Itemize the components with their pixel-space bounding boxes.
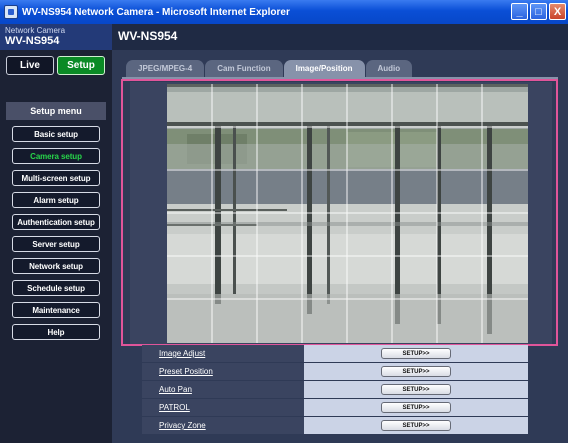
menu-multi-screen-setup[interactable]: Multi-screen setup [12, 170, 100, 186]
setup-cell: SETUP>> [304, 399, 528, 416]
setup-row-preset-position: Preset Position SETUP>> [142, 363, 528, 380]
tab-image-position[interactable]: Image/Position [283, 60, 365, 77]
auto-pan-link[interactable]: Auto Pan [142, 381, 304, 398]
setup-row-auto-pan: Auto Pan SETUP>> [142, 381, 528, 398]
image-adjust-setup-button[interactable]: SETUP>> [381, 348, 451, 359]
tab-jpeg-mpeg4[interactable]: JPEG/MPEG-4 [126, 60, 205, 77]
preset-position-setup-button[interactable]: SETUP>> [381, 366, 451, 377]
sidebar: Live Setup Setup menu Basic setup Camera… [0, 50, 112, 443]
setup-row-privacy-zone: Privacy Zone SETUP>> [142, 417, 528, 434]
position-grid [167, 84, 528, 343]
camera-image[interactable] [167, 84, 528, 343]
brand-block: Network Camera WV-NS954 [0, 24, 112, 50]
page-title: WV-NS954 [118, 29, 178, 43]
brand-model: WV-NS954 [5, 35, 60, 47]
setup-cell: SETUP>> [304, 363, 528, 380]
camera-view-frame [130, 82, 552, 344]
menu-basic-setup[interactable]: Basic setup [12, 126, 100, 142]
close-button[interactable]: X [549, 3, 566, 20]
setup-menu: Basic setup Camera setup Multi-screen se… [10, 126, 102, 346]
help-button[interactable]: Help [12, 324, 100, 340]
menu-maintenance[interactable]: Maintenance [12, 302, 100, 318]
setup-button[interactable]: Setup [57, 56, 105, 75]
auto-pan-setup-button[interactable]: SETUP>> [381, 384, 451, 395]
setup-menu-title: Setup menu [6, 102, 106, 120]
privacy-zone-setup-button[interactable]: SETUP>> [381, 420, 451, 431]
preset-position-link[interactable]: Preset Position [142, 363, 304, 380]
setup-table: Image Adjust SETUP>> Preset Position SET… [142, 345, 528, 435]
browser-icon [4, 5, 18, 19]
menu-network-setup[interactable]: Network setup [12, 258, 100, 274]
menu-schedule-setup[interactable]: Schedule setup [12, 280, 100, 296]
setup-cell: SETUP>> [304, 345, 528, 362]
setup-row-image-adjust: Image Adjust SETUP>> [142, 345, 528, 362]
menu-server-setup[interactable]: Server setup [12, 236, 100, 252]
window-title: WV-NS954 Network Camera - Microsoft Inte… [22, 6, 290, 18]
setup-cell: SETUP>> [304, 381, 528, 398]
page-header: Network Camera WV-NS954 WV-NS954 [0, 24, 568, 50]
window-controls: _ □ X [511, 3, 566, 20]
window-title-bar: WV-NS954 Network Camera - Microsoft Inte… [0, 0, 568, 24]
patrol-link[interactable]: PATROL [142, 399, 304, 416]
tab-bar: JPEG/MPEG-4 Cam Function Image/Position … [126, 60, 413, 77]
mode-switch: Live Setup [6, 56, 105, 75]
privacy-zone-link[interactable]: Privacy Zone [142, 417, 304, 434]
image-adjust-link[interactable]: Image Adjust [142, 345, 304, 362]
menu-camera-setup[interactable]: Camera setup [12, 148, 100, 164]
brand-subtitle: Network Camera [5, 26, 66, 35]
minimize-button[interactable]: _ [511, 3, 528, 20]
menu-alarm-setup[interactable]: Alarm setup [12, 192, 100, 208]
tab-audio[interactable]: Audio [365, 60, 413, 77]
menu-authentication-setup[interactable]: Authentication setup [12, 214, 100, 230]
main-panel: JPEG/MPEG-4 Cam Function Image/Position … [112, 50, 568, 443]
setup-cell: SETUP>> [304, 417, 528, 434]
maximize-button[interactable]: □ [530, 3, 547, 20]
live-button[interactable]: Live [6, 56, 54, 75]
setup-row-patrol: PATROL SETUP>> [142, 399, 528, 416]
tab-underline [122, 77, 558, 79]
patrol-setup-button[interactable]: SETUP>> [381, 402, 451, 413]
tab-cam-function[interactable]: Cam Function [205, 60, 283, 77]
